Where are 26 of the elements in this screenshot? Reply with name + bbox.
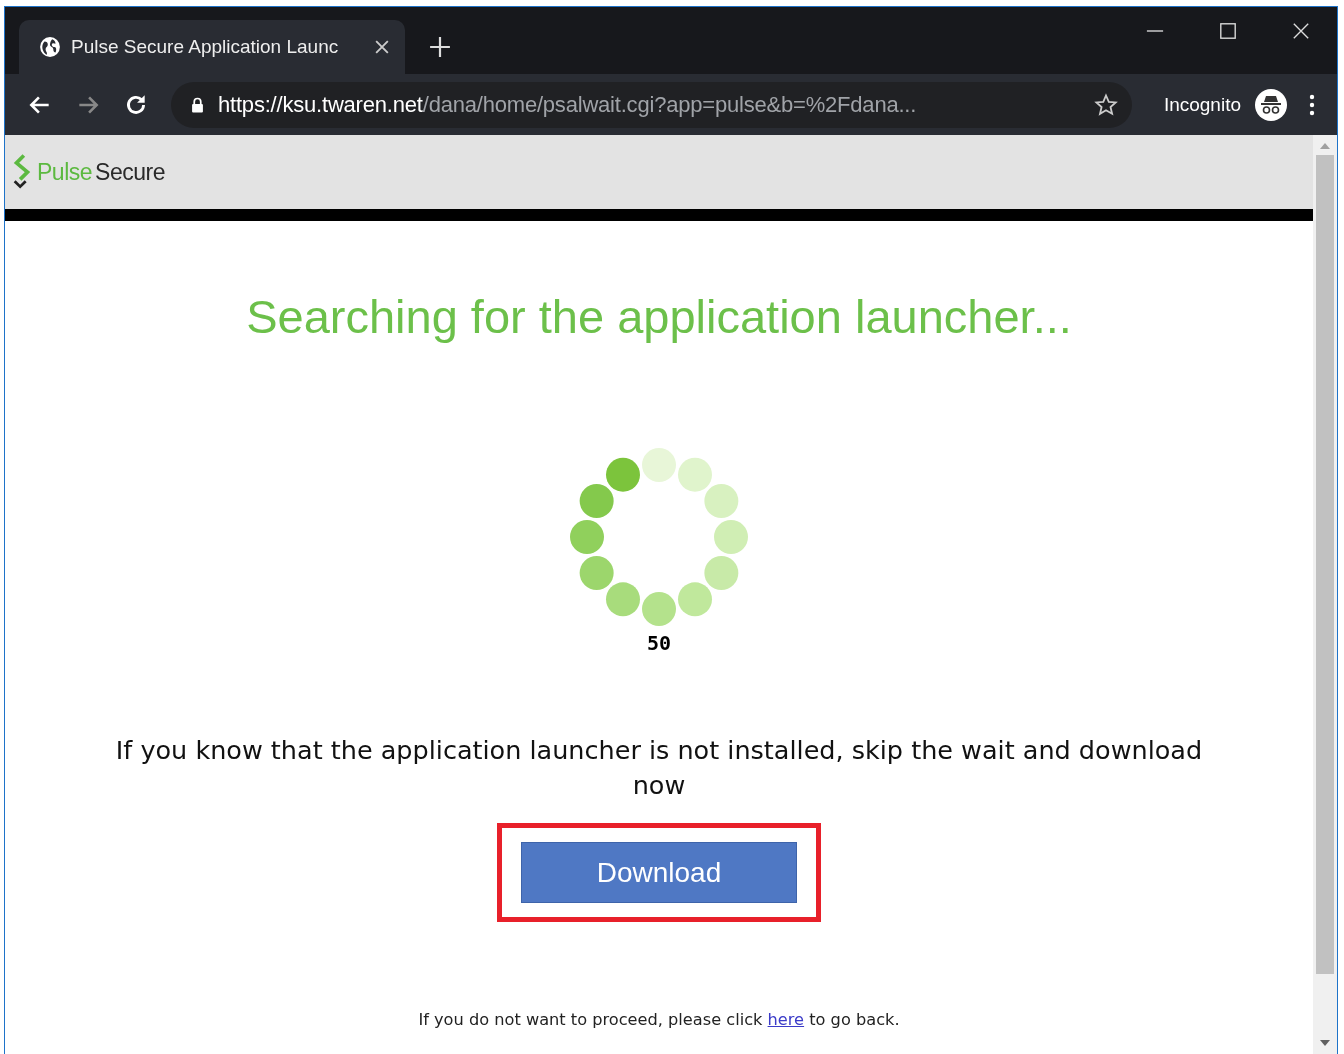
logo-icon	[11, 153, 33, 191]
incognito-icon[interactable]	[1255, 88, 1287, 121]
scrollbar[interactable]	[1313, 135, 1337, 1054]
profile-label[interactable]: Incognito	[1163, 93, 1241, 116]
instruction-text: If you know that the application launcher is not installed, skip the wait and download now	[114, 734, 1204, 802]
logo-text: PulseSecure	[37, 158, 165, 186]
menu-icon[interactable]	[1309, 92, 1315, 117]
maximize-icon[interactable]	[1219, 22, 1237, 40]
scrollbar-thumb[interactable]	[1316, 155, 1334, 974]
lock-icon	[191, 96, 204, 113]
address-bar[interactable]: https://ksu.twaren.net/dana/home/psalwait.cgi?app=pulse&b=%2Fdana...	[171, 81, 1132, 128]
loading-spinner-icon	[569, 447, 749, 627]
close-tab-icon[interactable]	[375, 40, 389, 54]
status-heading: Searching for the application launcher...	[246, 289, 1072, 344]
close-icon[interactable]	[1292, 22, 1310, 40]
star-icon[interactable]	[1093, 92, 1118, 117]
new-tab-icon[interactable]	[429, 36, 451, 58]
tab-title: Pulse Secure Application Launc	[71, 36, 340, 58]
url-text: https://ksu.twaren.net/dana/home/psalwait.cgi?app=pulse&b=%2Fdana...	[218, 91, 918, 118]
browser-tab[interactable]: Pulse Secure Application Launc	[19, 20, 405, 74]
footer-text: If you do not want to proceed, please click here to go back.	[418, 1010, 900, 1029]
download-button[interactable]: Download	[521, 842, 797, 903]
countdown-number: 50	[646, 631, 672, 655]
globe-icon	[39, 36, 61, 58]
back-link[interactable]: here	[767, 1010, 805, 1029]
scroll-down-icon[interactable]	[1320, 1040, 1330, 1046]
